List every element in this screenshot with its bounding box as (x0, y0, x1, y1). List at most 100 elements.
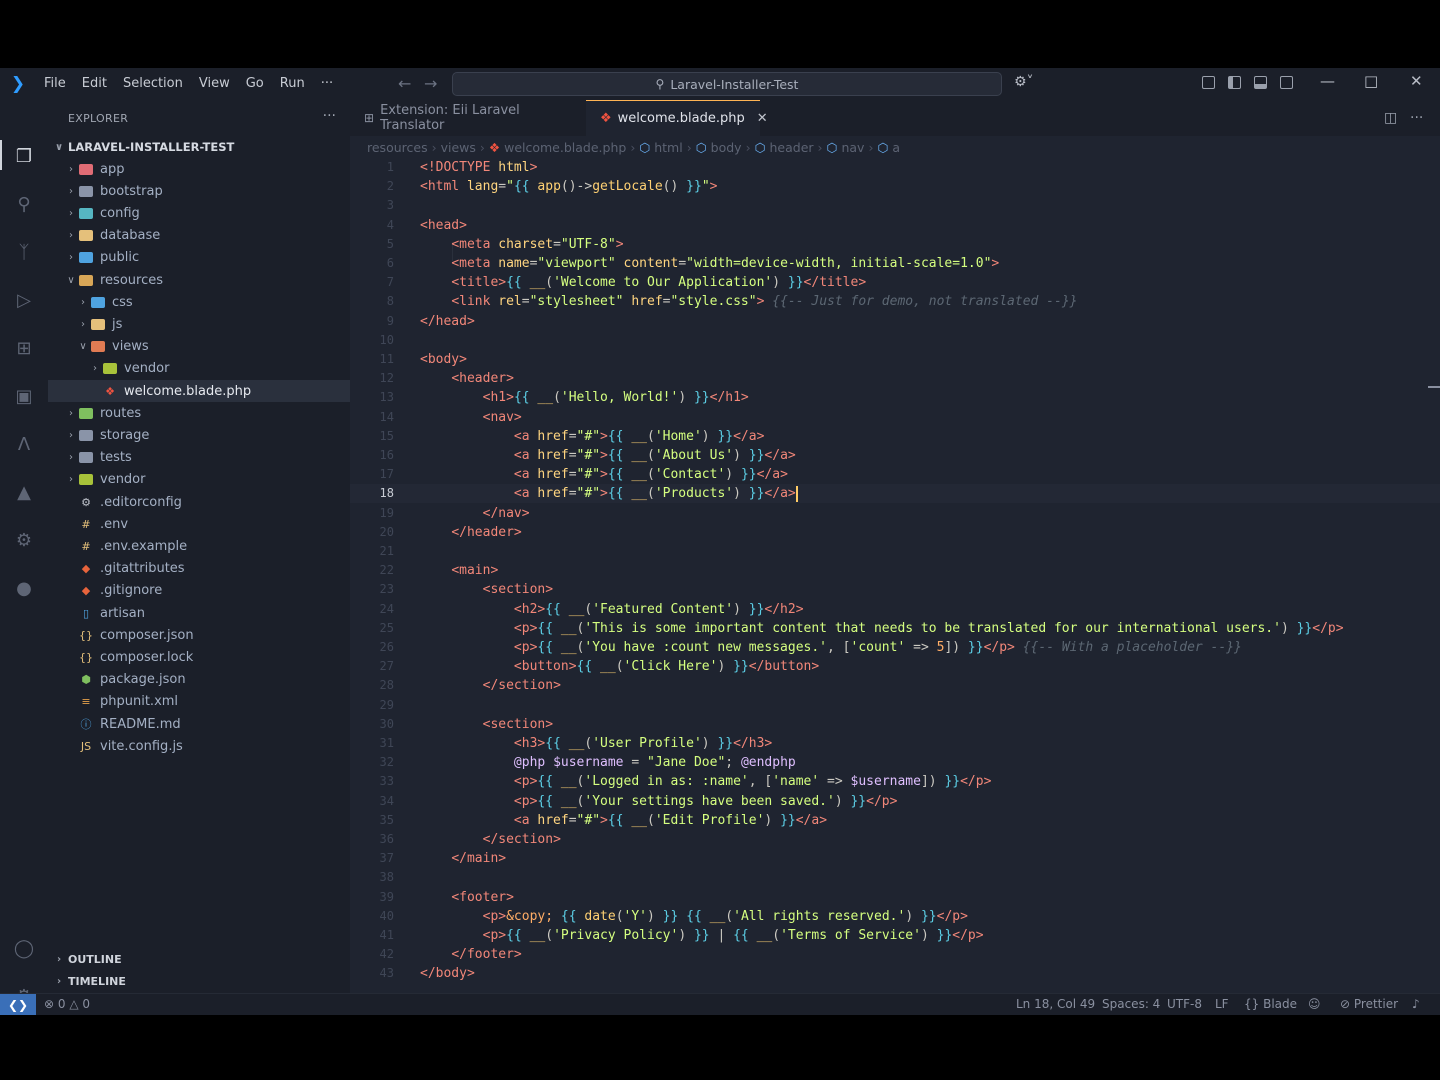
code-line[interactable]: 25 <p>{{ __('This is some important cont… (350, 619, 1440, 638)
code-line[interactable]: 3 (350, 196, 1440, 215)
code-line[interactable]: 18 <a href="#">{{ __('Products') }}</a> (350, 484, 1440, 504)
tree-file[interactable]: JS vite.config.js (48, 735, 350, 757)
tree-file[interactable]: ◆ .gitattributes (48, 558, 350, 580)
code-line[interactable]: 6 <meta name="viewport" content="width=d… (350, 254, 1440, 273)
code-line[interactable]: 29 (350, 696, 1440, 715)
code-editor[interactable]: 1 <!DOCTYPE html> 2 <html lang="{{ app()->g… (350, 158, 1440, 1003)
search-icon[interactable]: ⚲ (12, 192, 36, 216)
outline-section[interactable]: › OUTLINE (48, 948, 350, 970)
cursor-position[interactable]: Ln 18, Col 49 (1016, 997, 1095, 1011)
tree-folder[interactable]: › vendor (48, 469, 350, 491)
code-line[interactable]: 16 <a href="#">{{ __('About Us') }}</a> (350, 446, 1440, 465)
menu-item[interactable]: Go (238, 68, 272, 100)
code-line[interactable]: 36 </section> (350, 830, 1440, 849)
encoding[interactable]: UTF-8 (1167, 997, 1202, 1011)
breadcrumb-item[interactable]: body (711, 140, 742, 155)
code-line[interactable]: 26 <p>{{ __('You have :count new message… (350, 638, 1440, 657)
breadcrumb-item[interactable]: resources (367, 140, 428, 155)
code-line[interactable]: 23 <section> (350, 580, 1440, 599)
tree-folder[interactable]: › bootstrap (48, 180, 350, 202)
breadcrumb-item[interactable]: a (892, 140, 900, 155)
menu-item[interactable]: Selection (115, 68, 191, 100)
tab-extension[interactable]: ⊞ Extension: Eii Laravel Translator (350, 100, 582, 136)
copilot-status-icon[interactable]: ☺ (1308, 997, 1321, 1011)
tree-file[interactable]: ≡ phpunit.xml (48, 691, 350, 713)
back-arrow-icon[interactable]: ← (398, 74, 411, 93)
split-editor-icon[interactable]: ◫ (1384, 110, 1397, 126)
source-control-icon[interactable]: ᛉ (12, 240, 36, 264)
code-line[interactable]: 11 <body> (350, 350, 1440, 369)
code-line[interactable]: 2 <html lang="{{ app()->getLocale() }}"> (350, 177, 1440, 196)
end-of-line[interactable]: LF (1215, 997, 1229, 1011)
code-line[interactable]: 31 <h3>{{ __('User Profile') }}</h3> (350, 734, 1440, 753)
remote-explorer-icon[interactable]: ▣ (12, 384, 36, 408)
close-tab-icon[interactable]: ✕ (757, 111, 768, 126)
code-line[interactable]: 37 </main> (350, 849, 1440, 868)
code-line[interactable]: 5 <meta charset="UTF-8"> (350, 235, 1440, 254)
notifications-icon[interactable]: ♪ (1412, 997, 1420, 1011)
breadcrumb-item[interactable]: nav (841, 140, 864, 155)
tab-welcome-blade[interactable]: ❖ welcome.blade.php ✕ (586, 100, 768, 136)
code-line[interactable]: 38 (350, 868, 1440, 887)
problems-indicator[interactable]: ⊗ 0 △ 0 (44, 997, 90, 1011)
tree-folder[interactable]: ∨ views (48, 336, 350, 358)
tree-folder[interactable]: › js (48, 313, 350, 335)
tree-file[interactable]: # .env.example (48, 535, 350, 557)
tree-folder[interactable]: ∨ resources (48, 269, 350, 291)
maximize-icon[interactable]: □ (1364, 72, 1378, 90)
run-debug-icon[interactable]: ▷ (12, 288, 36, 312)
forward-arrow-icon[interactable]: → (424, 74, 437, 93)
code-line[interactable]: 12 <header> (350, 369, 1440, 388)
tree-folder[interactable]: › tests (48, 447, 350, 469)
code-line[interactable]: 14 <nav> (350, 408, 1440, 427)
code-line[interactable]: 19 </nav> (350, 504, 1440, 523)
tree-folder[interactable]: › config (48, 202, 350, 224)
code-line[interactable]: 39 <footer> (350, 888, 1440, 907)
menu-item[interactable]: Edit (74, 68, 115, 100)
code-line[interactable]: 21 (350, 542, 1440, 561)
code-line[interactable]: 40 <p>&copy; {{ date('Y') }} {{ __('All … (350, 907, 1440, 926)
code-line[interactable]: 8 <link rel="stylesheet" href="style.css… (350, 292, 1440, 311)
more-actions-icon[interactable]: ··· (323, 108, 336, 124)
customize-layout-icon[interactable] (1202, 76, 1215, 89)
timeline-section[interactable]: › TIMELINE (48, 970, 350, 992)
tree-folder[interactable]: › public (48, 247, 350, 269)
toggle-primary-sidebar-icon[interactable] (1228, 76, 1241, 89)
menu-item[interactable]: View (191, 68, 238, 100)
breadcrumb-item[interactable]: html (654, 140, 682, 155)
code-line[interactable]: 41 <p>{{ __('Privacy Policy') }} | {{ __… (350, 926, 1440, 945)
code-line[interactable]: 17 <a href="#">{{ __('Contact') }}</a> (350, 465, 1440, 484)
breadcrumb-item[interactable]: views (441, 140, 476, 155)
breadcrumb-item[interactable]: header (769, 140, 813, 155)
menu-item[interactable]: File (36, 68, 74, 100)
code-line[interactable]: 28 </section> (350, 676, 1440, 695)
tree-file[interactable]: ◆ .gitignore (48, 580, 350, 602)
tree-folder[interactable]: › database (48, 225, 350, 247)
account-icon[interactable]: ◯ (12, 936, 36, 960)
toggle-secondary-sidebar-icon[interactable] (1280, 76, 1293, 89)
testing-icon[interactable]: ⚙ (12, 528, 36, 552)
extensions-icon[interactable]: ⊞ (12, 336, 36, 360)
menu-item[interactable]: Run (272, 68, 313, 100)
code-line[interactable]: 22 <main> (350, 561, 1440, 580)
code-line[interactable]: 32 @php $username = "Jane Doe"; @endphp (350, 753, 1440, 772)
copilot-icon[interactable]: ⚙˅ (1014, 74, 1034, 90)
tree-file[interactable]: ❖ welcome.blade.php (48, 380, 350, 402)
code-line[interactable]: 10 (350, 331, 1440, 350)
more-actions-icon[interactable]: ··· (1410, 110, 1423, 126)
tree-file[interactable]: ▯ artisan (48, 602, 350, 624)
code-line[interactable]: 27 <button>{{ __('Click Here') }}</butto… (350, 657, 1440, 676)
tree-folder[interactable]: › app (48, 158, 350, 180)
tree-file[interactable]: ⚙ .editorconfig (48, 491, 350, 513)
code-line[interactable]: 42 </footer> (350, 945, 1440, 964)
breadcrumb-item[interactable]: welcome.blade.php (504, 140, 626, 155)
explorer-icon[interactable]: ❐ (12, 144, 36, 168)
tree-file[interactable]: ⬢ package.json (48, 669, 350, 691)
tree-file[interactable]: ⓘ README.md (48, 713, 350, 735)
command-center-search[interactable]: ⚲ Laravel-Installer-Test (452, 72, 1002, 96)
tree-folder[interactable]: › css (48, 291, 350, 313)
tree-folder[interactable]: › storage (48, 424, 350, 446)
tree-folder[interactable]: › vendor (48, 358, 350, 380)
code-line[interactable]: 4 <head> (350, 216, 1440, 235)
code-line[interactable]: 15 <a href="#">{{ __('Home') }}</a> (350, 427, 1440, 446)
